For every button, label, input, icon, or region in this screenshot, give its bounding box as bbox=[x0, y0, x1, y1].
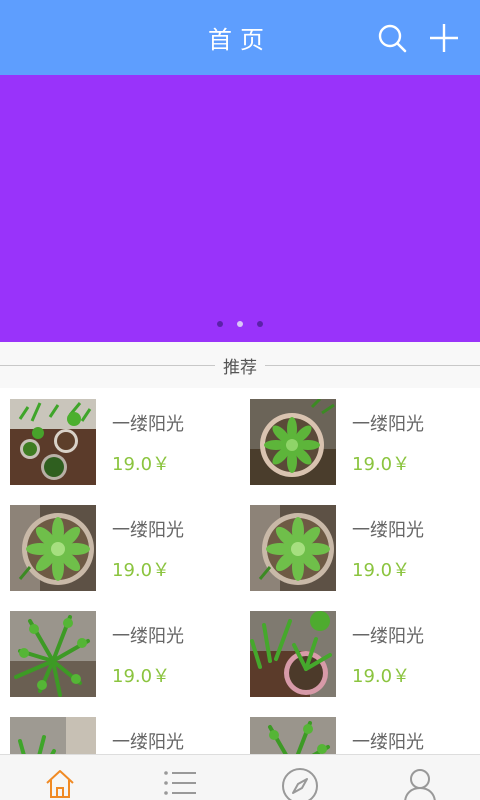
product-image bbox=[250, 505, 336, 591]
section-title: 推荐 bbox=[223, 357, 257, 378]
product-image bbox=[10, 399, 96, 485]
carousel-dot bbox=[217, 321, 223, 327]
carousel-indicator bbox=[0, 321, 480, 327]
product-grid: 一缕阳光 19.0￥ 一缕阳光 19.0￥ 一缕阳光 19.0￥ 一缕阳光 19… bbox=[0, 388, 480, 754]
product-name: 一缕阳光 bbox=[352, 520, 424, 541]
divider-line-left bbox=[0, 364, 215, 366]
section-divider: 推荐 bbox=[0, 342, 480, 388]
product-name: 一缕阳光 bbox=[112, 732, 184, 753]
product-name: 一缕阳光 bbox=[352, 626, 424, 647]
home-icon bbox=[44, 767, 76, 800]
product-price: 19.0￥ bbox=[112, 666, 171, 687]
product-name: 一缕阳光 bbox=[112, 626, 184, 647]
product-image bbox=[10, 611, 96, 697]
tab-user[interactable] bbox=[360, 755, 480, 800]
search-button[interactable] bbox=[376, 22, 408, 54]
product-card[interactable]: 一缕阳光 19.0￥ bbox=[0, 388, 240, 494]
product-card[interactable]: 一缕阳光 19.0￥ bbox=[0, 600, 240, 706]
search-icon bbox=[378, 24, 407, 53]
app-screen: 首页 推荐 一缕阳光 19.0￥ 一缕阳光 19.0￥ 一缕阳光 19.0￥ 一… bbox=[0, 0, 480, 800]
product-image bbox=[250, 611, 336, 697]
compass-icon bbox=[281, 767, 319, 800]
carousel-dot bbox=[237, 321, 243, 327]
bottom-tab-bar bbox=[0, 754, 480, 800]
tab-compass[interactable] bbox=[240, 755, 360, 800]
product-image bbox=[10, 717, 96, 754]
product-name: 一缕阳光 bbox=[112, 520, 184, 541]
product-name: 一缕阳光 bbox=[112, 414, 184, 435]
product-card[interactable]: 一缕阳光19.0￥ bbox=[240, 706, 480, 754]
plus-icon bbox=[430, 24, 458, 52]
tab-home[interactable] bbox=[0, 755, 120, 800]
product-card[interactable]: 一缕阳光 19.0￥ bbox=[240, 494, 480, 600]
list-icon bbox=[162, 767, 198, 800]
banner-carousel[interactable] bbox=[0, 75, 480, 342]
product-price: 19.0￥ bbox=[352, 666, 411, 687]
product-image bbox=[250, 399, 336, 485]
product-image bbox=[250, 717, 336, 754]
product-price: 19.0￥ bbox=[352, 560, 411, 581]
divider-line-right bbox=[265, 364, 480, 366]
product-card[interactable]: 一缕阳光 19.0￥ bbox=[0, 494, 240, 600]
add-button[interactable] bbox=[428, 22, 460, 54]
product-price: 19.0￥ bbox=[112, 560, 171, 581]
product-price: 19.0￥ bbox=[352, 454, 411, 475]
product-name: 一缕阳光 bbox=[352, 414, 424, 435]
carousel-dot bbox=[257, 321, 263, 327]
tab-list[interactable] bbox=[120, 755, 240, 800]
product-card[interactable]: 一缕阳光 19.0￥ bbox=[240, 388, 480, 494]
user-icon bbox=[402, 767, 438, 800]
product-card[interactable]: 一缕阳光 19.0￥ bbox=[240, 600, 480, 706]
header-bar: 首页 bbox=[0, 0, 480, 75]
product-image bbox=[10, 505, 96, 591]
product-price: 19.0￥ bbox=[112, 454, 171, 475]
product-name: 一缕阳光 bbox=[352, 732, 424, 753]
product-card[interactable]: 一缕阳光19.0￥ bbox=[0, 706, 240, 754]
page-title: 首页 bbox=[208, 26, 272, 54]
